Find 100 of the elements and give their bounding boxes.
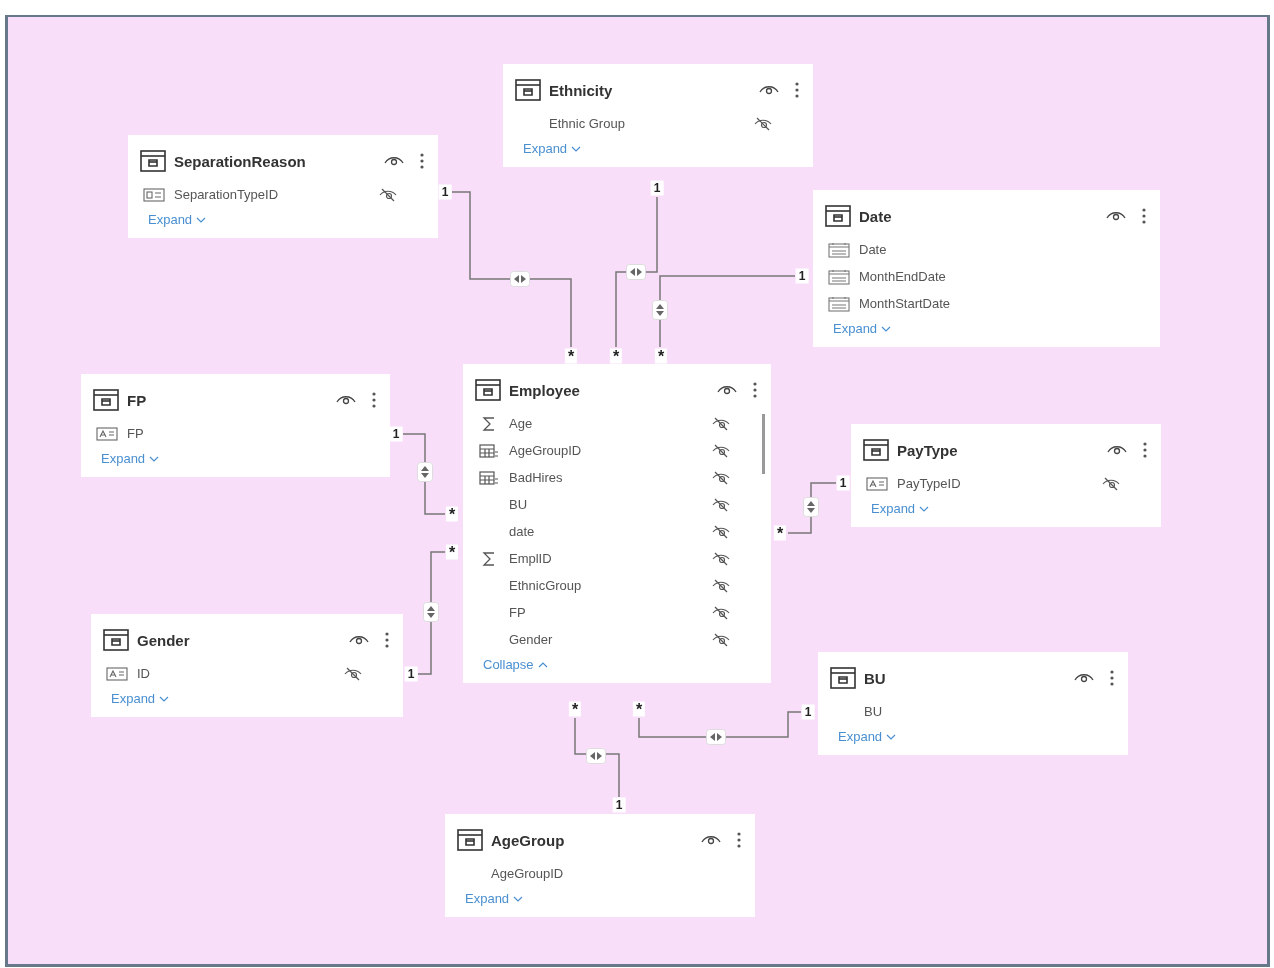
collapse-link[interactable]: Collapse — [475, 653, 548, 672]
crossfilter-icon[interactable] — [586, 748, 606, 764]
hidden-eye-icon[interactable] — [711, 604, 731, 621]
field-name[interactable]: FP — [509, 605, 711, 620]
expand-link[interactable]: Expand — [103, 687, 170, 706]
chevron-icon — [159, 695, 170, 702]
expand-link[interactable]: Expand — [825, 317, 892, 336]
relationship-line[interactable] — [402, 433, 446, 515]
relationship-line[interactable] — [638, 711, 802, 738]
table-icon — [457, 829, 483, 851]
eye-icon[interactable] — [336, 393, 356, 407]
field-name[interactable]: Gender — [509, 632, 711, 647]
crossfilter-icon[interactable] — [626, 264, 646, 280]
crossfilter-icon[interactable] — [706, 729, 726, 745]
hidden-eye-icon[interactable] — [1101, 475, 1121, 492]
table-icon — [103, 629, 129, 651]
expand-link[interactable]: Expand — [863, 497, 930, 516]
field-name[interactable]: date — [509, 524, 711, 539]
table-card[interactable]: BU BU Expand — [818, 652, 1128, 755]
expand-link[interactable]: Expand — [93, 447, 160, 466]
hidden-eye-icon[interactable] — [378, 186, 398, 203]
field-name[interactable]: AgeGroupID — [509, 443, 711, 458]
chevron-icon — [149, 455, 160, 462]
chevron-icon — [537, 661, 548, 668]
field-name[interactable]: BU — [864, 704, 1068, 719]
hidden-eye-icon[interactable] — [711, 631, 731, 648]
table-card[interactable]: AgeGroup AgeGroupID Expand — [445, 814, 755, 917]
field-name[interactable]: PayTypeID — [897, 476, 1101, 491]
field-name[interactable]: BadHires — [509, 470, 711, 485]
table-icon — [93, 389, 119, 411]
eye-icon[interactable] — [1074, 671, 1094, 685]
hidden-eye-icon[interactable] — [753, 115, 773, 132]
field-name[interactable]: EthnicGroup — [509, 578, 711, 593]
expand-link[interactable]: Expand — [457, 887, 524, 906]
field-name[interactable]: MonthStartDate — [859, 296, 1100, 311]
table-title: Employee — [509, 381, 581, 399]
expand-link[interactable]: Expand — [515, 137, 582, 156]
table-card[interactable]: Ethnicity Ethnic Group Expand — [503, 64, 813, 167]
calendar-icon — [827, 268, 851, 285]
relationship-line[interactable] — [574, 717, 620, 798]
crossfilter-icon[interactable] — [803, 497, 819, 517]
more-options-icon[interactable] — [372, 392, 376, 408]
field-name[interactable]: BU — [509, 497, 711, 512]
field-name[interactable]: ID — [137, 666, 343, 681]
more-options-icon[interactable] — [737, 832, 741, 848]
cardinality-label: * — [445, 544, 459, 560]
hidden-eye-icon[interactable] — [711, 577, 731, 594]
calculated-column-icon — [477, 442, 501, 459]
relationship-line[interactable] — [615, 196, 658, 348]
more-options-icon[interactable] — [753, 382, 757, 398]
field-name[interactable]: SeparationTypeID — [174, 187, 378, 202]
expand-link[interactable]: Expand — [140, 208, 207, 227]
relationship-line[interactable] — [417, 551, 446, 675]
table-card[interactable]: Employee Age AgeGroupID BadHires BU date EmplID EthnicGroup FP Gender Collapse — [463, 364, 771, 683]
hidden-eye-icon[interactable] — [711, 523, 731, 540]
hidden-eye-icon[interactable] — [711, 442, 731, 459]
crossfilter-icon[interactable] — [423, 602, 439, 622]
more-options-icon[interactable] — [795, 82, 799, 98]
field-name[interactable]: AgeGroupID — [491, 866, 695, 881]
eye-icon[interactable] — [384, 154, 404, 168]
more-options-icon[interactable] — [1110, 670, 1114, 686]
table-card[interactable]: SeparationReason SeparationTypeID Expand — [128, 135, 438, 238]
field-name[interactable]: EmplID — [509, 551, 711, 566]
more-options-icon[interactable] — [420, 153, 424, 169]
crossfilter-icon[interactable] — [417, 462, 433, 482]
table-title: Ethnicity — [549, 81, 614, 99]
field-name[interactable]: MonthEndDate — [859, 269, 1100, 284]
relationship-line[interactable] — [787, 482, 837, 534]
table-card[interactable]: Gender ID Expand — [91, 614, 403, 717]
expand-link[interactable]: Expand — [830, 725, 897, 744]
field-name[interactable]: FP — [127, 426, 330, 441]
crossfilter-icon[interactable] — [652, 300, 668, 320]
table-title: FP — [127, 391, 148, 409]
hidden-eye-icon[interactable] — [343, 665, 363, 682]
chevron-icon — [196, 216, 207, 223]
eye-icon[interactable] — [1106, 209, 1126, 223]
hidden-eye-icon[interactable] — [711, 550, 731, 567]
eye-icon[interactable] — [759, 83, 779, 97]
table-card[interactable]: PayType PayTypeID Expand — [851, 424, 1161, 527]
field-name[interactable]: Age — [509, 416, 711, 431]
eye-icon[interactable] — [1107, 443, 1127, 457]
hidden-eye-icon[interactable] — [711, 496, 731, 513]
cardinality-label: * — [564, 348, 578, 364]
table-card[interactable]: Date Date MonthEndDate MonthStartDate Expand — [813, 190, 1160, 347]
table-card[interactable]: FP FP Expand — [81, 374, 390, 477]
cardinality-label: 1 — [404, 666, 418, 682]
hidden-eye-icon[interactable] — [711, 415, 731, 432]
field-name[interactable]: Date — [859, 242, 1100, 257]
field-name[interactable]: Ethnic Group — [549, 116, 753, 131]
eye-icon[interactable] — [717, 383, 737, 397]
cardinality-label: * — [609, 348, 623, 364]
scrollbar[interactable] — [762, 414, 765, 474]
hidden-eye-icon[interactable] — [711, 469, 731, 486]
more-options-icon[interactable] — [1142, 208, 1146, 224]
more-options-icon[interactable] — [1143, 442, 1147, 458]
cardinality-label: 1 — [801, 704, 815, 720]
more-options-icon[interactable] — [385, 632, 389, 648]
eye-icon[interactable] — [349, 633, 369, 647]
eye-icon[interactable] — [701, 833, 721, 847]
crossfilter-icon[interactable] — [510, 271, 530, 287]
